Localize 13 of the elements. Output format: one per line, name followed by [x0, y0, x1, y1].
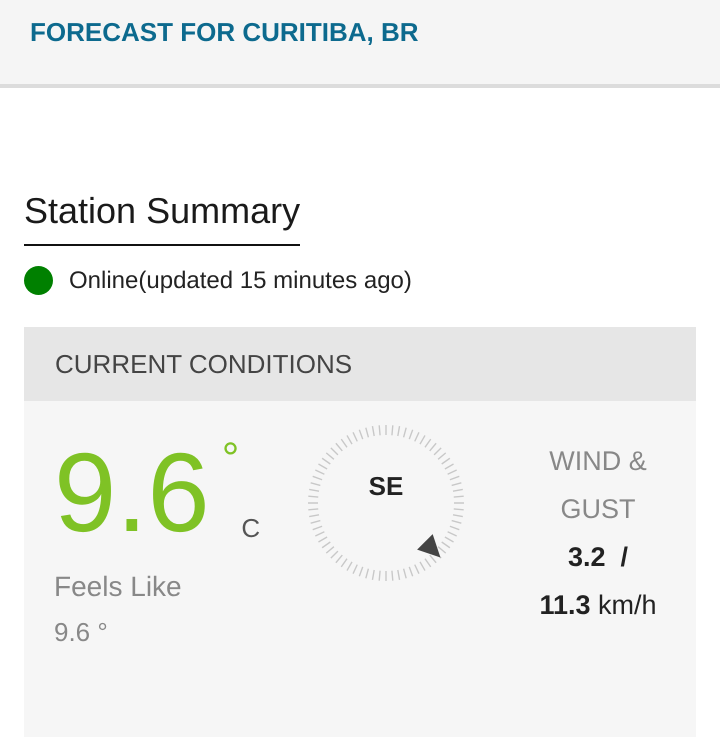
degree-symbol: ° — [222, 437, 240, 481]
gust-speed: 11.3 km/h — [538, 589, 658, 622]
status-text: Online(updated 15 minutes ago) — [69, 266, 412, 294]
temperature-unit: C — [241, 513, 260, 544]
wind-speed: 3.2 / — [566, 541, 630, 574]
wind-direction: SE — [368, 471, 404, 502]
card-header: CURRENT CONDITIONS — [24, 327, 696, 401]
temperature-value: 9.6 — [54, 437, 210, 549]
wind-label: WIND & GUST — [548, 445, 648, 526]
section-heading: Station Summary — [24, 190, 300, 246]
feels-like-value: 9.6 ° — [54, 617, 109, 648]
page-title: FORECAST FOR CURITIBA, BR — [29, 16, 419, 48]
feels-like-label: Feels Like — [54, 571, 183, 603]
